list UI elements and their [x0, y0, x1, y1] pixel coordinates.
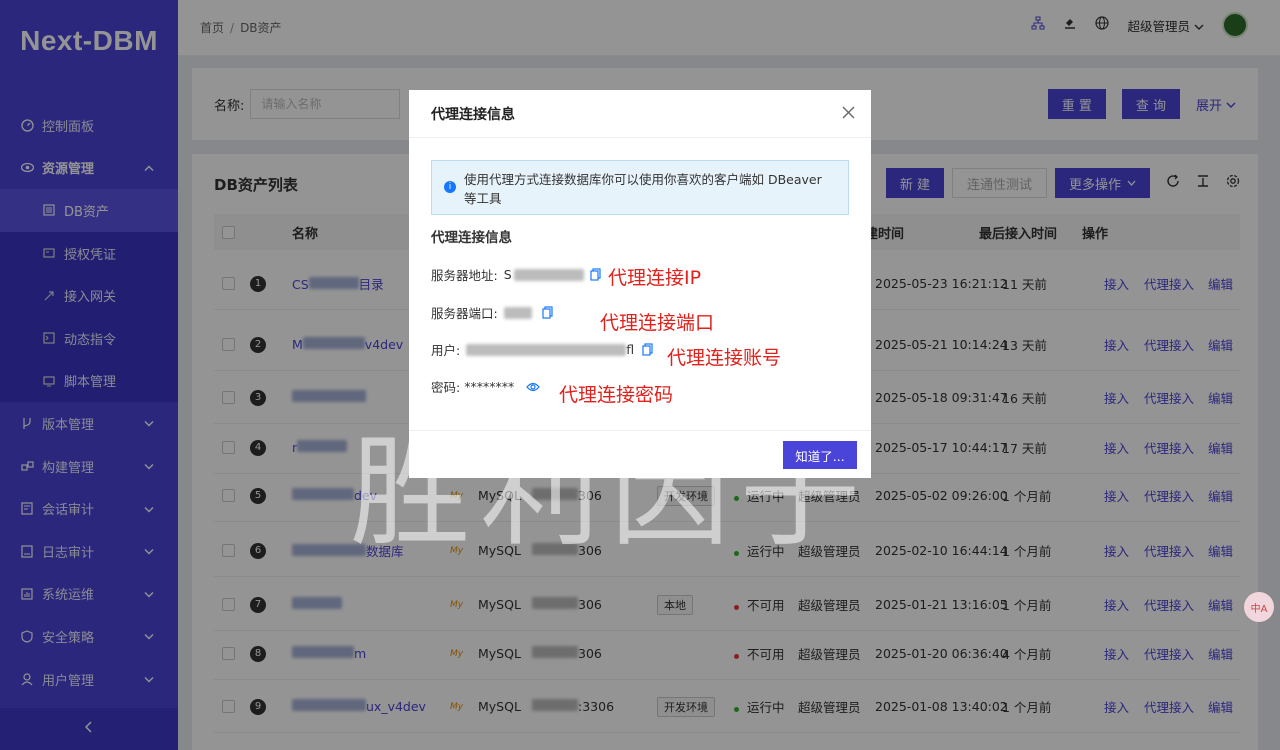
info-icon: i	[444, 181, 456, 193]
alert-text: 使用代理方式连接数据库你可以使用你喜欢的客户端如 DBeaver 等工具	[464, 172, 822, 206]
user-suffix: fl	[626, 342, 635, 357]
annotation-port: 代理连接端口	[600, 312, 715, 334]
port-value-redacted	[503, 306, 532, 319]
copy-icon[interactable]	[542, 306, 553, 319]
dialog-footer	[409, 430, 871, 431]
section-title: 代理连接信息	[431, 230, 512, 246]
translate-badge[interactable]: 中A	[1244, 592, 1274, 622]
server-prefix: S	[503, 267, 512, 282]
port-label: 服务器端口:	[431, 306, 498, 321]
password-field: 密码: ********	[431, 377, 541, 396]
copy-icon[interactable]	[590, 268, 601, 281]
server-port-field: 服务器端口:	[431, 303, 553, 322]
server-label: 服务器地址:	[431, 268, 498, 283]
annotation-ip: 代理连接IP	[608, 267, 702, 289]
annotation-user: 代理连接账号	[667, 347, 782, 369]
annotation-password: 代理连接密码	[559, 384, 674, 406]
server-value-redacted	[513, 268, 584, 281]
dialog-title: 代理连接信息	[431, 106, 515, 123]
user-label: 用户:	[431, 343, 461, 358]
user-value-redacted	[466, 343, 627, 356]
info-alert: i 使用代理方式连接数据库你可以使用你喜欢的客户端如 DBeaver 等工具	[431, 160, 849, 215]
copy-icon[interactable]	[642, 343, 653, 356]
dialog-header: 代理连接信息	[409, 90, 871, 138]
eye-icon[interactable]	[526, 382, 541, 392]
proxy-info-dialog: 代理连接信息 i 使用代理方式连接数据库你可以使用你喜欢的客户端如 DBeave…	[409, 90, 871, 478]
user-field: 用户: fl	[431, 340, 653, 359]
got-it-button[interactable]: 知道了...	[783, 441, 857, 469]
password-label: 密码:	[431, 380, 461, 395]
password-value: ********	[464, 379, 515, 394]
close-icon[interactable]	[842, 106, 855, 123]
server-address-field: 服务器地址: S	[431, 265, 601, 284]
